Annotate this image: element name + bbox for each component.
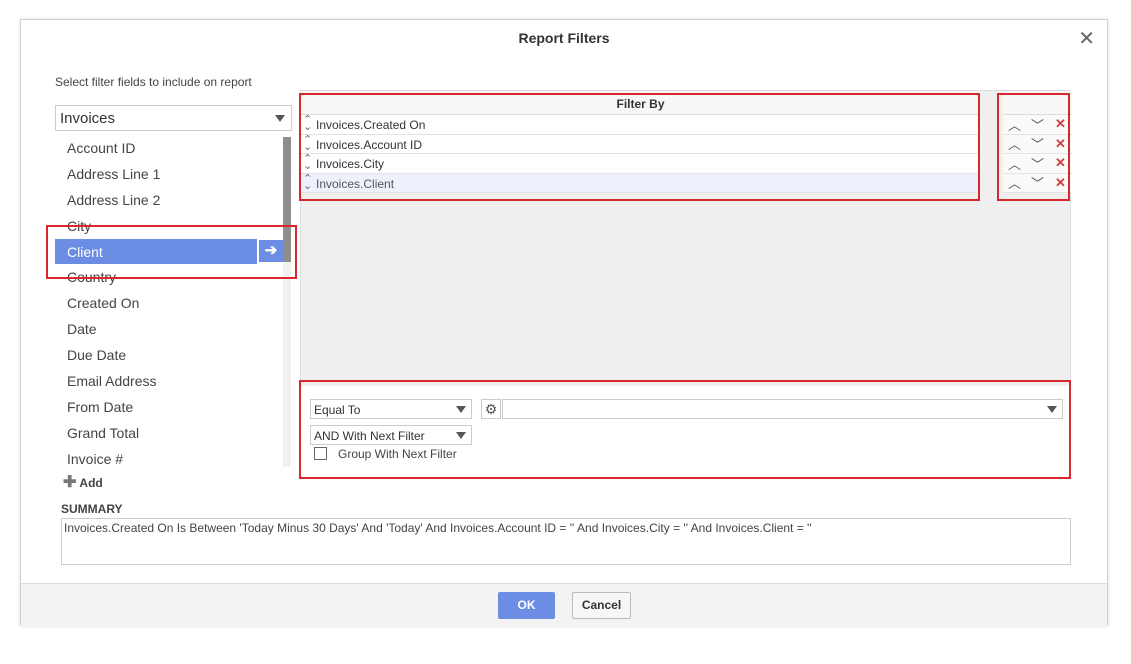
datasource-select[interactable]: Invoices [55,105,292,131]
field-item-invoice-number[interactable]: Invoice # [55,446,292,465]
summary-label: SUMMARY [61,502,123,516]
field-item-from-date[interactable]: From Date [55,394,292,420]
highlight-box-filter-grid [299,93,980,201]
add-button-label: Add [79,476,103,490]
field-item-address-line-2[interactable]: Address Line 2 [55,187,292,213]
field-list-scrollbar[interactable] [283,137,291,467]
field-item-grand-total[interactable]: Grand Total [55,420,292,446]
ok-button[interactable]: OK [498,592,555,619]
field-item-address-line-1[interactable]: Address Line 1 [55,161,292,187]
cancel-button[interactable]: Cancel [572,592,631,619]
field-item-date[interactable]: Date [55,316,292,342]
field-item-account-id[interactable]: Account ID [55,135,292,161]
add-button[interactable]: ✚ Add [63,472,103,492]
highlight-box-selected-field [46,225,297,279]
summary-text: Invoices.Created On Is Between 'Today Mi… [61,518,1071,565]
dialog-title: Report Filters [518,30,610,46]
caret-down-icon [275,115,285,122]
dialog-footer: OK Cancel [21,583,1107,626]
field-list: Account ID Address Line 1 Address Line 2… [55,135,292,465]
field-item-created-on[interactable]: Created On [55,290,292,316]
highlight-box-filter-options [299,380,1071,479]
highlight-box-row-actions [997,93,1070,201]
instruction-text: Select filter fields to include on repor… [55,75,252,89]
close-icon[interactable]: ✕ [1078,26,1095,51]
datasource-value: Invoices [60,110,116,127]
field-item-email-address[interactable]: Email Address [55,368,292,394]
plus-icon: ✚ [63,474,77,491]
field-item-due-date[interactable]: Due Date [55,342,292,368]
